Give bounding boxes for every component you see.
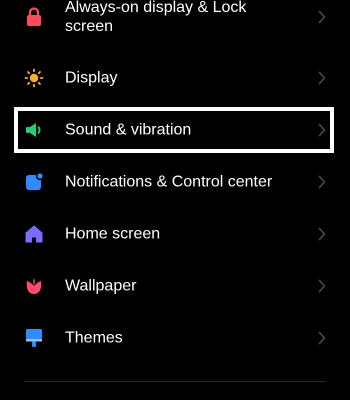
settings-item-label: Home screen — [65, 225, 161, 243]
settings-item-label: Notifications & Control center — [65, 173, 273, 191]
sun-icon — [24, 68, 44, 88]
chevron-right-icon — [318, 279, 326, 293]
home-icon — [24, 224, 44, 244]
chevron-right-icon — [318, 227, 326, 241]
chevron-right-icon — [318, 175, 326, 189]
divider — [24, 381, 326, 382]
settings-item-label: Always-on display & Lock screen — [65, 0, 247, 35]
brush-icon — [24, 328, 44, 348]
settings-item-label: Themes — [65, 329, 123, 347]
chevron-right-icon — [318, 331, 326, 345]
settings-item-home-screen[interactable]: Home screen — [0, 208, 350, 260]
settings-item-wallpaper[interactable]: Wallpaper — [0, 260, 350, 312]
flower-icon — [24, 276, 44, 296]
settings-item-label: Wallpaper — [65, 277, 137, 295]
chevron-right-icon — [318, 71, 326, 85]
settings-item-label: Display — [65, 69, 118, 87]
lock-icon — [24, 7, 44, 27]
notification-icon — [24, 172, 44, 192]
settings-item-always-on-display-lock-screen[interactable]: Always-on display & Lock screen — [0, 0, 350, 43]
chevron-right-icon — [318, 10, 326, 24]
speaker-icon — [24, 120, 44, 140]
settings-item-notifications-control-center[interactable]: Notifications & Control center — [0, 156, 350, 208]
settings-item-label: Sound & vibration — [65, 121, 192, 139]
settings-item-sound-vibration[interactable]: Sound & vibration — [0, 104, 350, 156]
settings-item-themes[interactable]: Themes — [0, 312, 350, 364]
settings-item-display[interactable]: Display — [0, 52, 350, 104]
chevron-right-icon — [318, 123, 326, 137]
settings-list: Always-on display & Lock screen Display … — [0, 0, 350, 400]
